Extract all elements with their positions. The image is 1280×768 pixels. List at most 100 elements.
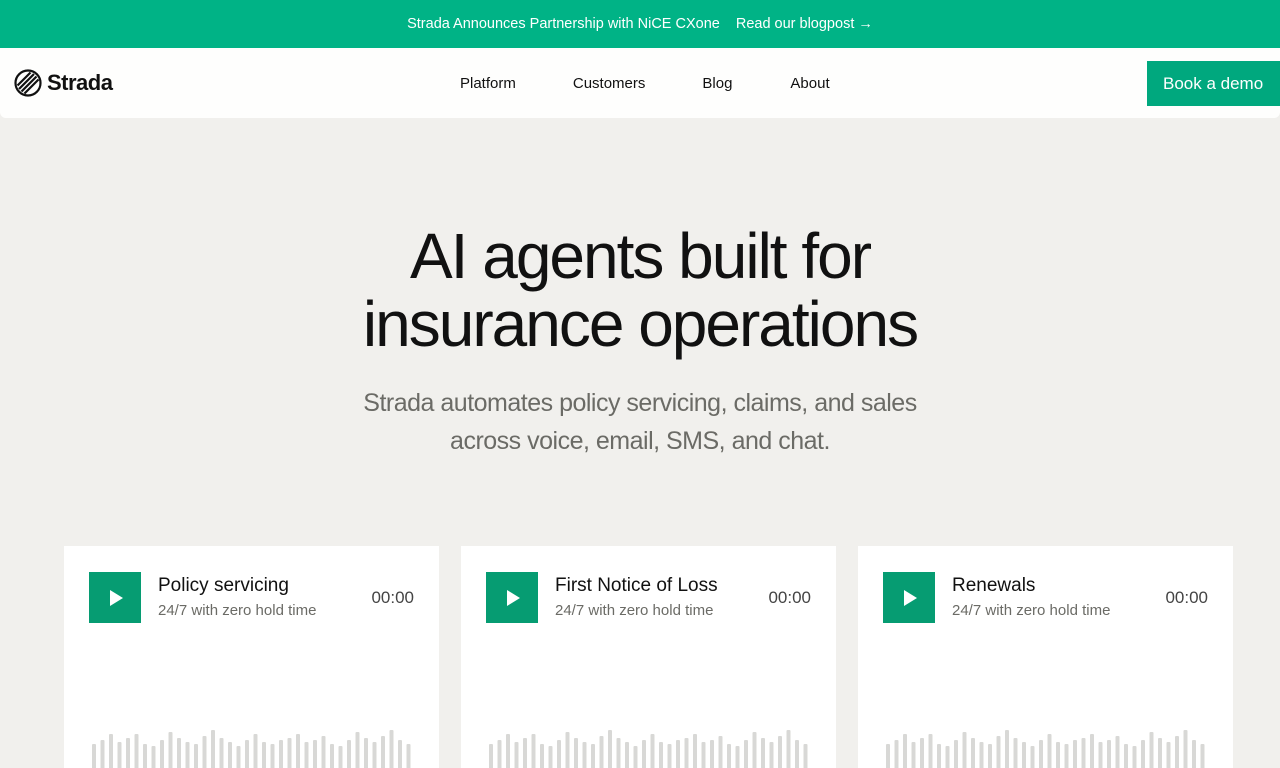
waveform-bar bbox=[109, 734, 113, 768]
waveform-icon bbox=[489, 730, 808, 768]
waveform-bar bbox=[650, 734, 655, 768]
waveform-bar bbox=[330, 744, 334, 768]
card-subtitle: 24/7 with zero hold time bbox=[158, 602, 317, 619]
waveform-bar bbox=[1166, 742, 1171, 768]
waveform-bar bbox=[540, 744, 544, 768]
waveform-bar bbox=[1183, 730, 1188, 768]
waveform-bar bbox=[202, 736, 207, 768]
waveform-bar bbox=[693, 734, 697, 768]
waveform-bar bbox=[803, 744, 808, 768]
waveform-bar bbox=[347, 740, 351, 768]
waveform-bar bbox=[684, 738, 689, 768]
waveform-bar bbox=[937, 744, 941, 768]
waveform-bar bbox=[1047, 734, 1052, 768]
waveform-bar bbox=[761, 738, 765, 768]
waveform-bar bbox=[625, 742, 629, 768]
card-subtitle: 24/7 with zero hold time bbox=[555, 602, 714, 619]
waveform-bar bbox=[954, 740, 958, 768]
waveform-bar bbox=[1141, 740, 1145, 768]
waveform-bar bbox=[338, 746, 343, 768]
waveform-bar bbox=[582, 742, 587, 768]
waveform-bar bbox=[979, 742, 984, 768]
waveform-bar bbox=[1056, 742, 1060, 768]
waveform-bar bbox=[270, 744, 275, 768]
waveform-bar bbox=[1098, 742, 1103, 768]
waveform-bar bbox=[497, 740, 502, 768]
waveform-bar bbox=[92, 744, 96, 768]
waveform-bar bbox=[1149, 732, 1154, 768]
waveform-bar bbox=[321, 736, 326, 768]
waveform-bar bbox=[1081, 738, 1086, 768]
waveform-bar bbox=[126, 738, 130, 768]
hero-subtitle: Strada automates policy servicing, claim… bbox=[0, 384, 1280, 460]
waveform-bar bbox=[1030, 746, 1035, 768]
nav-link-customers[interactable]: Customers bbox=[573, 75, 646, 92]
waveform-bar bbox=[548, 746, 553, 768]
waveform-bar bbox=[279, 740, 283, 768]
waveform-bar bbox=[185, 742, 190, 768]
waveform-bar bbox=[194, 744, 198, 768]
waveform-bar bbox=[1200, 744, 1205, 768]
waveform-bar bbox=[710, 740, 714, 768]
waveform-bar bbox=[117, 742, 122, 768]
waveform-bar bbox=[735, 746, 740, 768]
waveform-bar bbox=[659, 742, 663, 768]
play-button[interactable] bbox=[883, 572, 935, 623]
waveform-bar bbox=[786, 730, 791, 768]
waveform-bar bbox=[211, 730, 215, 768]
waveform-bar bbox=[962, 732, 967, 768]
waveform-bar bbox=[894, 740, 899, 768]
waveform-icon bbox=[92, 730, 411, 768]
waveform-bar bbox=[752, 732, 757, 768]
logo[interactable]: Strada bbox=[14, 68, 113, 98]
waveform-bar bbox=[236, 746, 241, 768]
waveform-bar bbox=[364, 738, 368, 768]
waveform-bar bbox=[608, 730, 612, 768]
nav-link-platform[interactable]: Platform bbox=[460, 75, 516, 92]
waveform-bar bbox=[557, 740, 561, 768]
waveform-bar bbox=[160, 740, 164, 768]
play-icon bbox=[110, 589, 123, 606]
waveform-bar bbox=[1124, 744, 1128, 768]
announcement-link[interactable]: Read our blogpost → bbox=[736, 16, 873, 32]
waveform-bar bbox=[1115, 736, 1120, 768]
waveform-bar bbox=[168, 732, 173, 768]
play-button[interactable] bbox=[486, 572, 538, 623]
play-icon bbox=[507, 589, 520, 606]
logo-text: Strada bbox=[47, 70, 113, 95]
waveform-bar bbox=[945, 746, 950, 768]
play-button[interactable] bbox=[89, 572, 141, 623]
book-demo-button[interactable]: Book a demo bbox=[1147, 61, 1280, 106]
nav-link-blog[interactable]: Blog bbox=[702, 75, 732, 92]
announcement-bar: Strada Announces Partnership with NiCE C… bbox=[0, 0, 1280, 48]
waveform-bar bbox=[903, 734, 907, 768]
waveform-bar bbox=[1039, 740, 1043, 768]
hero-title-line-2: insurance operations bbox=[362, 288, 919, 360]
waveform-bar bbox=[355, 732, 360, 768]
waveform-bar bbox=[769, 742, 774, 768]
waveform-bar bbox=[296, 734, 300, 768]
waveform-bar bbox=[1107, 740, 1111, 768]
waveform-bar bbox=[616, 738, 621, 768]
waveform-bar bbox=[1013, 738, 1018, 768]
waveform-bar bbox=[398, 740, 402, 768]
waveform-bar bbox=[245, 740, 249, 768]
audio-card-renewals: Renewals 24/7 with zero hold time 00:00 bbox=[858, 546, 1233, 768]
waveform-bar bbox=[574, 738, 578, 768]
waveform-bar bbox=[177, 738, 181, 768]
waveform-bar bbox=[1090, 734, 1094, 768]
waveform-bar bbox=[134, 734, 139, 768]
nav-link-about[interactable]: About bbox=[790, 75, 829, 92]
waveform-bar bbox=[389, 730, 394, 768]
waveform-bar bbox=[1175, 736, 1179, 768]
waveform-bar bbox=[1005, 730, 1009, 768]
waveform-bar bbox=[565, 732, 570, 768]
waveform-bar bbox=[971, 738, 975, 768]
waveform-bar bbox=[591, 744, 595, 768]
waveform-bar bbox=[313, 740, 317, 768]
waveform-bar bbox=[506, 734, 510, 768]
waveform-bar bbox=[228, 742, 232, 768]
waveform-bar bbox=[262, 742, 266, 768]
waveform-bar bbox=[1064, 744, 1069, 768]
waveform-bar bbox=[633, 746, 638, 768]
